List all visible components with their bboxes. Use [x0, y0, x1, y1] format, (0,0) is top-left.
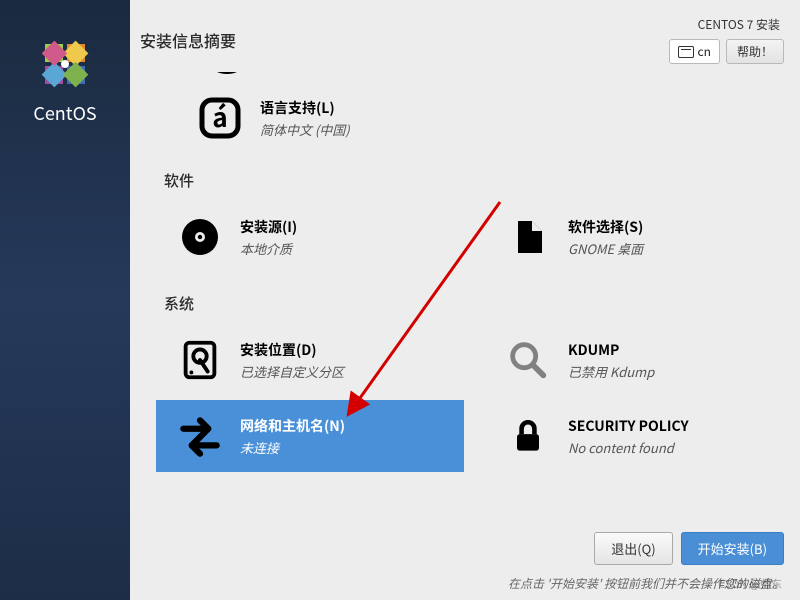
spoke-installation-destination[interactable]: 安装位置(D) 已选择自定义分区 [156, 324, 464, 396]
spoke-title: 安装位置(D) [240, 340, 344, 360]
spoke-title: 安装源(I) [240, 217, 297, 237]
begin-install-button[interactable]: 开始安装(B) [681, 532, 784, 565]
watermark: CSDN @帅东 [718, 576, 782, 592]
spoke-security-policy[interactable]: SECURITY POLICY No content found [484, 400, 792, 472]
main-panel: 安装信息摘要 CENTOS 7 安装 cn 帮助！ á [130, 0, 800, 600]
sidebar: CentOS [0, 0, 130, 600]
footer: 退出(Q) 开始安装(B) 在点击 '开始安装' 按钮前我们并不会操作您的磁盘。 [130, 522, 800, 600]
keyboard-icon [678, 46, 694, 58]
spoke-subtitle: 简体中文 (中国) [260, 120, 350, 139]
spoke-title: 软件选择(S) [568, 217, 643, 237]
spoke-title: 网络和主机名(N) [240, 416, 345, 436]
page-title: 安装信息摘要 [140, 28, 236, 52]
footer-hint: 在点击 '开始安装' 按钮前我们并不会操作您的磁盘。 [146, 575, 784, 592]
spoke-title: 语言支持(L) [260, 98, 350, 118]
section-heading-software: 软件 [164, 170, 792, 191]
scrolled-item-partial [196, 72, 792, 82]
help-button[interactable]: 帮助！ [726, 39, 784, 64]
brand-label: CentOS [0, 100, 130, 126]
language-icon: á [194, 92, 246, 144]
spoke-network-hostname[interactable]: 网络和主机名(N) 未连接 [156, 400, 464, 472]
svg-text:á: á [212, 98, 227, 135]
spoke-software-selection[interactable]: 软件选择(S) GNOME 桌面 [484, 201, 792, 273]
keyboard-layout-label: cn [698, 43, 711, 60]
product-label: CENTOS 7 安装 [698, 16, 780, 33]
harddisk-icon [174, 334, 226, 386]
centos-logo-icon [35, 34, 95, 94]
network-arrows-icon [174, 410, 226, 462]
spoke-subtitle: 本地介质 [240, 239, 297, 258]
header: 安装信息摘要 CENTOS 7 安装 cn 帮助！ [130, 0, 800, 72]
spoke-kdump[interactable]: KDUMP 已禁用 Kdump [484, 324, 792, 396]
package-icon [502, 211, 554, 263]
keyboard-layout-button[interactable]: cn [669, 39, 720, 64]
spoke-subtitle: 未连接 [240, 438, 345, 457]
spoke-subtitle: 已禁用 Kdump [568, 362, 654, 381]
magnifier-icon [502, 334, 554, 386]
section-heading-system: 系统 [164, 293, 792, 314]
lock-icon [502, 410, 554, 462]
spoke-subtitle: 已选择自定义分区 [240, 362, 344, 381]
spoke-title: SECURITY POLICY [568, 416, 689, 436]
spoke-title: KDUMP [568, 340, 654, 360]
quit-button[interactable]: 退出(Q) [594, 532, 672, 565]
spoke-subtitle: No content found [568, 438, 689, 457]
spoke-language-support[interactable]: á 语言支持(L) 简体中文 (中国) [176, 82, 792, 154]
disc-icon [174, 211, 226, 263]
spoke-subtitle: GNOME 桌面 [568, 239, 643, 258]
spoke-installation-source[interactable]: 安装源(I) 本地介质 [156, 201, 464, 273]
